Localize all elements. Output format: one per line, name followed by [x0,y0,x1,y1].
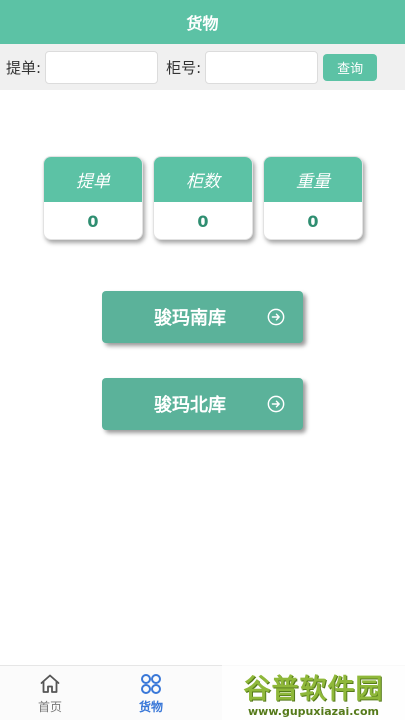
tab-goods-label: 货物 [138,700,163,714]
stat-card-bill: 提单 0 [43,156,143,240]
container-label: 柜号: [166,58,202,77]
stat-card-containers: 柜数 0 [153,156,253,240]
search-bar: 提单: 柜号: 查询 [0,44,405,90]
watermark-main: 谷普软件园 [243,673,384,705]
query-button[interactable]: 查询 [323,53,378,81]
watermark-sub: www.gupuxiazai.com [248,704,379,718]
stat-title: 重量 [264,157,362,202]
stat-title: 提单 [44,157,142,202]
stat-value: 0 [87,211,99,231]
north-warehouse-label: 骏玛北库 [154,395,226,416]
tab-home[interactable]: 首页 [20,666,80,720]
stat-value: 0 [307,211,319,231]
page-title: 货物 [186,14,219,33]
south-warehouse-label: 骏玛南库 [154,308,226,329]
south-warehouse-button[interactable]: 骏玛南库 [102,291,303,343]
north-warehouse-button[interactable]: 骏玛北库 [102,378,303,430]
stat-value: 0 [197,211,209,231]
arrow-circle-right-icon [267,308,285,326]
home-icon [40,674,60,693]
page: 货物 提单: 柜号: 查询 提单 0 柜数 0 重量 0 骏玛南库 骏玛北库 首… [0,0,405,720]
bill-label: 提单: [6,58,42,77]
container-input[interactable] [205,50,319,84]
arrow-circle-right-icon [267,395,285,413]
tab-home-label: 首页 [37,700,62,714]
watermark: 谷普软件园 www.gupuxiazai.com [222,664,405,720]
stat-card-weight: 重量 0 [263,156,363,240]
stat-title: 柜数 [154,157,252,202]
tab-goods[interactable]: 货物 [121,666,181,720]
bill-input[interactable] [45,50,159,84]
grid-circles-icon [141,674,161,694]
header: 货物 [0,0,405,44]
stats-row: 提单 0 柜数 0 重量 0 [43,156,363,240]
